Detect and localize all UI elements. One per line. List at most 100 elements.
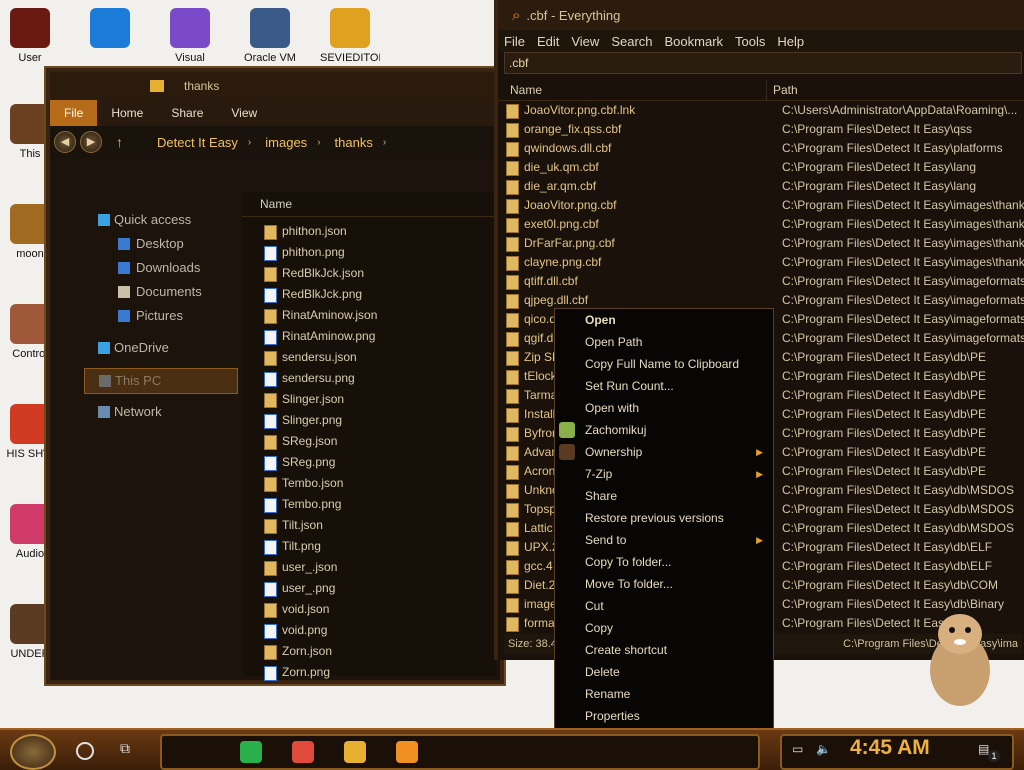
result-row[interactable]: orange_fix.qss.cbf C:\Program Files\Detec… [498, 120, 1024, 139]
chevron-right-icon[interactable]: › [317, 137, 320, 148]
result-row[interactable]: qwindows.dll.cbf C:\Program Files\Detect … [498, 139, 1024, 158]
file-name: sendersu.png [282, 371, 355, 385]
context-item-move-to-folder[interactable]: Move To folder... [555, 573, 773, 595]
context-item-properties[interactable]: Properties [555, 705, 773, 727]
tab-home[interactable]: Home [97, 100, 157, 126]
tab-share[interactable]: Share [157, 100, 217, 126]
context-item-restore-previous-versions[interactable]: Restore previous versions [555, 507, 773, 529]
context-item-open-path[interactable]: Open Path [555, 331, 773, 353]
column-header-name[interactable]: Name [242, 192, 496, 217]
context-item-zachomikuj[interactable]: Zachomikuj [555, 419, 773, 441]
context-item-open-with[interactable]: Open with [555, 397, 773, 419]
file-row[interactable]: user_.png [242, 578, 496, 599]
file-row[interactable]: Slinger.json [242, 389, 496, 410]
network-icon[interactable]: ▭ [792, 742, 803, 756]
chevron-right-icon[interactable]: › [248, 137, 251, 148]
clock[interactable]: 4:45 AM [850, 736, 930, 760]
breadcrumb-item[interactable]: thanks [335, 135, 373, 150]
nav-item-network[interactable]: Network [84, 400, 238, 424]
file-row[interactable]: RinatAminow.json [242, 305, 496, 326]
nav-item-documents[interactable]: Documents [84, 280, 238, 304]
context-item-create-shortcut[interactable]: Create shortcut [555, 639, 773, 661]
file-row[interactable]: SReg.json [242, 431, 496, 452]
nav-item-quick-access[interactable]: Quick access [84, 208, 238, 232]
start-button[interactable] [10, 734, 56, 770]
result-row[interactable]: qtiff.dll.cbf C:\Program Files\Detect It … [498, 272, 1024, 291]
breadcrumb-item[interactable]: images [265, 135, 307, 150]
result-row[interactable]: DrFarFar.png.cbf C:\Program Files\Detect … [498, 234, 1024, 253]
context-item-send-to[interactable]: Send to ▶ [555, 529, 773, 551]
chrome-icon[interactable] [292, 741, 314, 763]
menu-file[interactable]: File [498, 34, 531, 49]
context-item-ownership[interactable]: Ownership ▶ [555, 441, 773, 463]
context-item-set-run-count[interactable]: Set Run Count... [555, 375, 773, 397]
nav-item-desktop[interactable]: Desktop [84, 232, 238, 256]
file-icon [506, 218, 519, 233]
file-row[interactable]: RedBlkJck.json [242, 263, 496, 284]
result-row[interactable]: die_ar.qm.cbf C:\Program Files\Detect It … [498, 177, 1024, 196]
context-item-cut[interactable]: Cut [555, 595, 773, 617]
file-row[interactable]: sendersu.json [242, 347, 496, 368]
context-item-copy[interactable]: Copy [555, 617, 773, 639]
nav-item-downloads[interactable]: Downloads [84, 256, 238, 280]
menu-view[interactable]: View [565, 34, 605, 49]
file-row[interactable]: phithon.png [242, 242, 496, 263]
result-row[interactable]: clayne.png.cbf C:\Program Files\Detect It… [498, 253, 1024, 272]
forward-button[interactable]: ▶ [80, 131, 102, 153]
nav-item-onedrive[interactable]: OneDrive [84, 336, 238, 360]
everything-icon[interactable] [396, 741, 418, 763]
file-row[interactable]: user_.json [242, 557, 496, 578]
file-row[interactable]: Tembo.json [242, 473, 496, 494]
context-item-copy-full-name-to-clipboard[interactable]: Copy Full Name to Clipboard [555, 353, 773, 375]
context-item-share[interactable]: Share [555, 485, 773, 507]
menu-edit[interactable]: Edit [531, 34, 565, 49]
tab-view[interactable]: View [217, 100, 271, 126]
file-row[interactable]: sendersu.png [242, 368, 496, 389]
tab-file[interactable]: File [50, 100, 98, 126]
file-row[interactable]: Tembo.png [242, 494, 496, 515]
search-icon[interactable] [76, 742, 94, 760]
file-row[interactable]: RinatAminow.png [242, 326, 496, 347]
result-row[interactable]: JoaoVitor.png.cbf.lnk C:\Users\Administra… [498, 101, 1024, 120]
breadcrumb-item[interactable]: Detect It Easy [157, 135, 238, 150]
column-header-path[interactable]: Path [766, 80, 798, 100]
file-row[interactable]: Zorn.json [242, 641, 496, 662]
file-row[interactable]: phithon.json [242, 221, 496, 242]
file-row[interactable]: Slinger.png [242, 410, 496, 431]
json-file-icon [264, 645, 277, 660]
file-row[interactable]: Zorn.png [242, 662, 496, 683]
file-row[interactable]: SReg.png [242, 452, 496, 473]
result-row[interactable]: exet0l.png.cbf C:\Program Files\Detect It… [498, 215, 1024, 234]
volume-icon[interactable]: 🔈 [816, 742, 831, 756]
desktop-icon-label: User [18, 52, 42, 64]
task-view-icon[interactable]: ⧉ [120, 740, 140, 758]
result-row[interactable]: die_uk.qm.cbf C:\Program Files\Detect It … [498, 158, 1024, 177]
file-row[interactable]: void.json [242, 599, 496, 620]
nav-item-this-pc[interactable]: This PC [84, 368, 238, 394]
file-row[interactable]: void.png [242, 620, 496, 641]
file-row[interactable]: Tilt.png [242, 536, 496, 557]
file-icon [506, 104, 519, 119]
folder-icon[interactable] [344, 741, 366, 763]
result-row[interactable]: JoaoVitor.png.cbf C:\Program Files\Detect… [498, 196, 1024, 215]
context-item-7-zip[interactable]: 7-Zip ▶ [555, 463, 773, 485]
menu-help[interactable]: Help [771, 34, 810, 49]
context-item-copy-to-folder[interactable]: Copy To folder... [555, 551, 773, 573]
file-row[interactable]: RedBlkJck.png [242, 284, 496, 305]
context-item-open[interactable]: Open [555, 309, 773, 331]
menu-search[interactable]: Search [605, 34, 658, 49]
chat-icon[interactable] [240, 741, 262, 763]
nav-item-pictures[interactable]: Pictures [84, 304, 238, 328]
context-item-delete[interactable]: Delete [555, 661, 773, 683]
column-header-name[interactable]: Name [498, 80, 766, 100]
up-icon[interactable]: ↑ [116, 134, 123, 150]
search-input[interactable]: .cbf [504, 52, 1022, 74]
desktop-icon-image [10, 604, 50, 644]
menu-bookmark[interactable]: Bookmark [659, 34, 730, 49]
file-row[interactable]: Tilt.json [242, 515, 496, 536]
nav-label: Quick access [114, 212, 192, 227]
chevron-right-icon[interactable]: › [383, 137, 386, 148]
menu-tools[interactable]: Tools [729, 34, 771, 49]
back-button[interactable]: ◀ [54, 131, 76, 153]
context-item-rename[interactable]: Rename [555, 683, 773, 705]
